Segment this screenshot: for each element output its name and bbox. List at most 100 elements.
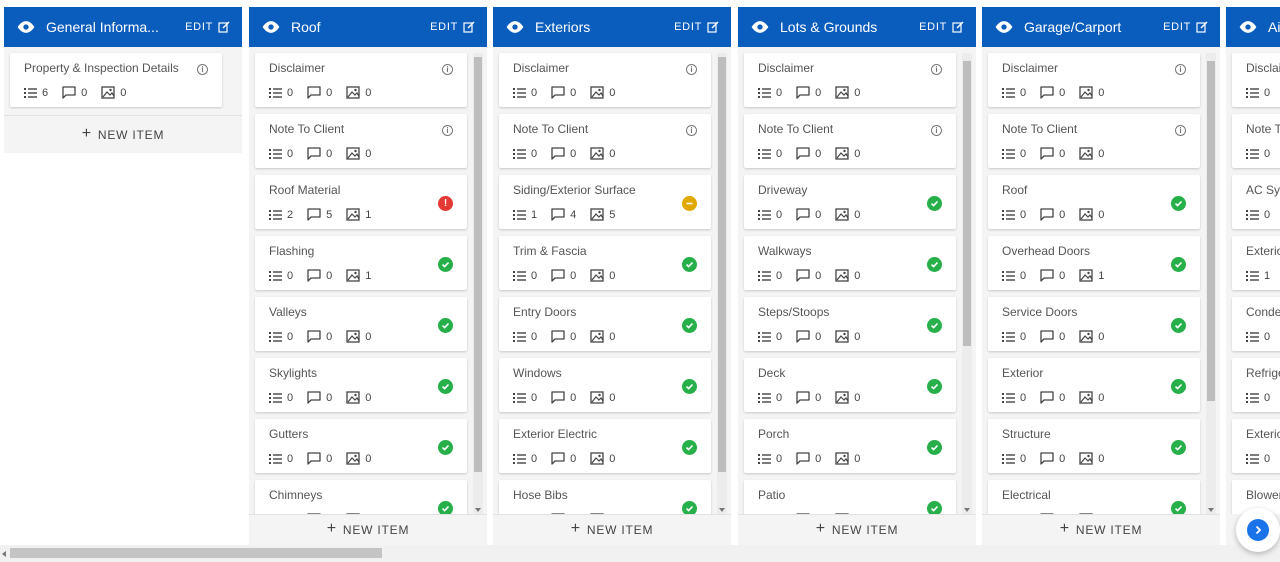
image-icon <box>346 452 360 465</box>
info-icon[interactable]: i <box>1175 125 1186 136</box>
comment-icon <box>307 391 321 404</box>
item-card[interactable]: Exterior Unit 100 <box>1232 236 1280 290</box>
item-card[interactable]: Service Doors 0 0 0 <box>988 297 1200 351</box>
info-icon[interactable]: i <box>442 64 453 75</box>
item-card[interactable]: Flashing 0 0 1 <box>255 236 467 290</box>
info-icon[interactable]: i <box>1175 64 1186 75</box>
item-card[interactable]: Disclaimer000i <box>499 53 711 107</box>
vertical-scrollbar[interactable] <box>1206 53 1216 514</box>
list-icon <box>269 209 282 220</box>
item-card[interactable]: Valleys 0 0 0 <box>255 297 467 351</box>
info-icon[interactable]: i <box>686 125 697 136</box>
eye-icon[interactable] <box>1238 20 1258 34</box>
item-card[interactable]: Siding/Exterior Surface 1 4 5 <box>499 175 711 229</box>
scrollbar-thumb[interactable] <box>1207 61 1215 401</box>
item-card[interactable]: Condensate 000 <box>1232 297 1280 351</box>
item-card[interactable]: Walkways 0 0 0 <box>744 236 956 290</box>
edit-button[interactable]: EDIT <box>430 21 475 33</box>
new-item-button[interactable]: + NEW ITEM <box>4 115 242 153</box>
info-icon[interactable]: i <box>686 64 697 75</box>
item-card[interactable]: Property & Inspection Details 6 0 0 i <box>10 53 222 107</box>
list-icon <box>513 453 526 464</box>
item-card[interactable]: Overhead Doors 0 0 1 <box>988 236 1200 290</box>
item-card[interactable]: Refrigerant Lines 000 <box>1232 358 1280 412</box>
item-card[interactable]: Entry Doors 0 0 0 <box>499 297 711 351</box>
info-icon[interactable]: i <box>197 64 208 75</box>
scrollbar-thumb[interactable] <box>10 548 382 558</box>
scroll-down-icon[interactable] <box>475 508 481 512</box>
items-count: 0 <box>1246 148 1270 160</box>
vertical-scrollbar[interactable] <box>473 53 483 514</box>
item-card[interactable]: Exterior Electric 0 0 0 <box>499 419 711 473</box>
images-count-value: 0 <box>1098 86 1105 99</box>
item-card[interactable]: Exterior 0 0 0 <box>988 358 1200 412</box>
comments-count: 0 <box>1040 391 1065 404</box>
comments-count-value: 0 <box>570 391 577 404</box>
scrollbar-thumb[interactable] <box>963 61 971 346</box>
item-card[interactable]: Driveway 0 0 0 <box>744 175 956 229</box>
eye-icon[interactable] <box>16 20 36 34</box>
item-card[interactable]: Deck 0 0 0 <box>744 358 956 412</box>
eye-icon[interactable] <box>505 20 525 34</box>
images-count-value: 0 <box>854 391 861 404</box>
edit-button[interactable]: EDIT <box>919 21 964 33</box>
item-card[interactable]: Electrical000 <box>988 480 1200 514</box>
edit-button[interactable]: EDIT <box>185 21 230 33</box>
scroll-down-icon[interactable] <box>719 508 725 512</box>
list-icon <box>1246 270 1259 281</box>
item-card[interactable]: Gutters 0 0 0 <box>255 419 467 473</box>
item-card[interactable]: Note To Client000i <box>499 114 711 168</box>
eye-icon[interactable] <box>261 20 281 34</box>
scrollbar-thumb[interactable] <box>718 57 726 472</box>
info-icon[interactable]: i <box>931 125 942 136</box>
eye-icon[interactable] <box>994 20 1014 34</box>
vertical-scrollbar[interactable] <box>962 53 972 514</box>
item-card[interactable]: Structure 0 0 0 <box>988 419 1200 473</box>
comments-count: 0 <box>307 391 332 404</box>
scroll-left-icon[interactable] <box>2 551 6 557</box>
images-count-value: 0 <box>609 330 616 343</box>
item-card[interactable]: Porch 0 0 0 <box>744 419 956 473</box>
scrollbar-thumb[interactable] <box>474 57 482 472</box>
items-count: 0 <box>1002 87 1026 99</box>
new-item-button[interactable]: + NEW ITEM <box>249 514 487 545</box>
info-icon[interactable]: i <box>931 64 942 75</box>
item-card[interactable]: Note To Client000i <box>255 114 467 168</box>
new-item-button[interactable]: + NEW ITEM <box>738 514 976 545</box>
item-card[interactable]: Roof Material 2 5 1! <box>255 175 467 229</box>
item-card[interactable]: Note To Client000i <box>1232 114 1280 168</box>
edit-button[interactable]: EDIT <box>1163 21 1208 33</box>
comment-icon <box>307 208 321 221</box>
new-item-button[interactable]: + NEW ITEM <box>982 514 1220 545</box>
eye-icon[interactable] <box>750 20 770 34</box>
item-card[interactable]: Trim & Fascia 0 0 0 <box>499 236 711 290</box>
item-card[interactable]: Disclaimer000i <box>1232 53 1280 107</box>
list-icon <box>1002 453 1015 464</box>
item-card[interactable]: Exterior Disconnect 000 <box>1232 419 1280 473</box>
edit-button[interactable]: EDIT <box>674 21 719 33</box>
item-card[interactable]: Note To Client000i <box>988 114 1200 168</box>
item-card[interactable]: Disclaimer000i <box>988 53 1200 107</box>
item-card[interactable]: Skylights 0 0 0 <box>255 358 467 412</box>
item-card[interactable]: Steps/Stoops 0 0 0 <box>744 297 956 351</box>
chevron-right-icon <box>1247 519 1269 541</box>
item-card[interactable]: Note To Client000i <box>744 114 956 168</box>
item-card[interactable]: Patio000 <box>744 480 956 514</box>
item-card[interactable]: Chimneys000 <box>255 480 467 514</box>
edit-icon <box>463 21 475 33</box>
info-icon[interactable]: i <box>442 125 453 136</box>
edit-label: EDIT <box>430 21 458 33</box>
list-icon <box>758 87 771 98</box>
item-card[interactable]: Hose Bibs000 <box>499 480 711 514</box>
scroll-down-icon[interactable] <box>964 508 970 512</box>
item-card[interactable]: Windows 0 0 0 <box>499 358 711 412</box>
item-card[interactable]: AC System 000 <box>1232 175 1280 229</box>
item-card[interactable]: Roof 0 0 0 <box>988 175 1200 229</box>
scroll-down-icon[interactable] <box>1208 508 1214 512</box>
scroll-right-button[interactable] <box>1236 508 1280 552</box>
item-card[interactable]: Disclaimer000i <box>255 53 467 107</box>
item-card[interactable]: Disclaimer000i <box>744 53 956 107</box>
vertical-scrollbar[interactable] <box>717 53 727 514</box>
new-item-button[interactable]: + NEW ITEM <box>493 514 731 545</box>
horizontal-scrollbar[interactable] <box>0 545 1280 562</box>
